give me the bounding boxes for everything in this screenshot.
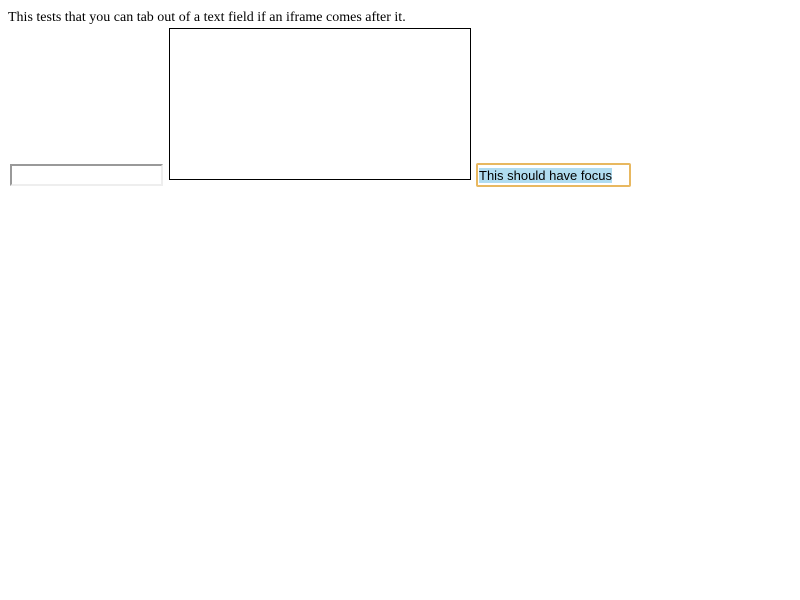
description-text: This tests that you can tab out of a tex…: [8, 10, 406, 25]
selected-text: This should have focus: [479, 168, 612, 183]
first-text-input[interactable]: [10, 164, 163, 186]
iframe[interactable]: [169, 28, 471, 180]
focused-text-input[interactable]: This should have focus: [476, 163, 631, 187]
